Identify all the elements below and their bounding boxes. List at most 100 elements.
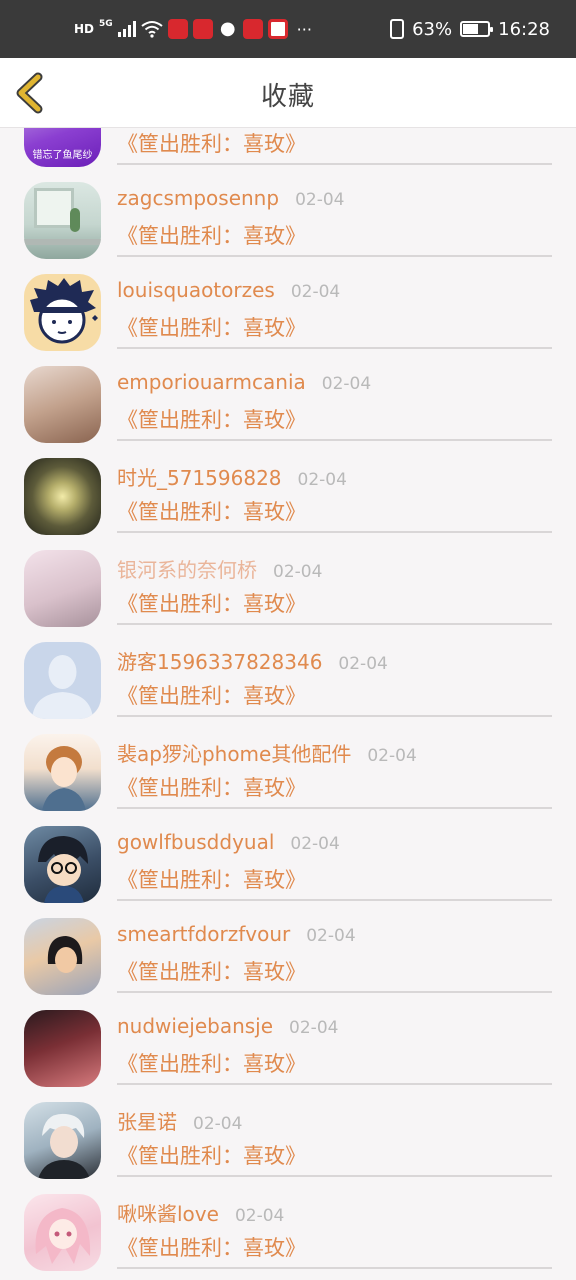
user-name[interactable]: 裴ap猡沁phome其他配件 [117, 738, 351, 767]
favorite-title: 《筐出胜利：喜玫》 [117, 592, 306, 616]
list-item[interactable]: zagcsmposennp 02-04 《筐出胜利：喜玫》 [0, 168, 576, 260]
date: 02-04 [297, 470, 347, 490]
vibrate-icon [390, 19, 405, 39]
favorite-title: 《筐出胜利：喜玫》 [117, 776, 306, 800]
app-notification-icon [192, 19, 213, 39]
bob-hair-girl-icon [47, 936, 83, 973]
pink-hair-girl-icon [35, 1208, 91, 1264]
divider [117, 715, 552, 717]
divider [117, 531, 552, 533]
user-name[interactable]: 张星诺 [117, 1106, 177, 1135]
date: 02-04 [193, 1114, 243, 1134]
list-item[interactable]: gowlfbusddyual 02-04 《筐出胜利：喜玫》 [0, 812, 576, 904]
divider [117, 899, 552, 901]
user-name[interactable]: 银河系的奈何桥 [117, 554, 257, 583]
date: 02-04 [295, 190, 345, 210]
list-item[interactable]: 游客1596337828346 02-04 《筐出胜利：喜玫》 [0, 628, 576, 720]
user-name[interactable]: 啾咪酱love [117, 1198, 219, 1227]
avatar[interactable] [24, 274, 101, 351]
divider [117, 807, 552, 809]
favorite-title: 《筐出胜利：喜玫》 [117, 684, 306, 708]
wifi-icon [141, 21, 163, 38]
clock: 16:28 [498, 18, 550, 40]
divider [117, 163, 552, 165]
avatar[interactable] [24, 182, 101, 259]
app-notification-icon [267, 19, 288, 39]
list-item[interactable]: smeartfdorzfvour 02-04 《筐出胜利：喜玫》 [0, 904, 576, 996]
cartoon-boy-icon [30, 278, 98, 344]
divider [117, 1083, 552, 1085]
date: 02-04 [321, 374, 372, 394]
app-notification-icon [167, 19, 188, 39]
network-type: 5G [99, 19, 113, 29]
list-item[interactable]: louisquaotorzes 02-04 《筐出胜利：喜玫》 [0, 260, 576, 352]
avatar[interactable]: 错忘了鱼尾纱 [24, 128, 101, 167]
user-name[interactable]: 游客1596337828346 [117, 646, 322, 675]
list-item[interactable]: nudwiejebansje 02-04 《筐出胜利：喜玫》 [0, 996, 576, 1088]
favorite-title: 《筐出胜利：喜玫》 [117, 1144, 306, 1168]
user-name[interactable]: gowlfbusddyual [117, 830, 274, 854]
avatar[interactable] [24, 918, 101, 995]
list-item[interactable]: 银河系的奈何桥 02-04 《筐出胜利：喜玫》 [0, 536, 576, 628]
divider [117, 347, 552, 349]
avatar-caption: 错忘了鱼尾纱 [32, 150, 93, 161]
status-right: 63% 16:28 [390, 19, 550, 40]
avatar[interactable] [24, 1102, 101, 1179]
user-name[interactable]: smeartfdorzfvour [117, 922, 290, 946]
user-name[interactable]: zagcsmposennp [117, 186, 279, 210]
favorites-list[interactable]: 错忘了鱼尾纱 《筐出胜利：喜玫》 zagcsmposennp 02-04 《筐出胜… [0, 128, 576, 1280]
favorite-title: 《筐出胜利：喜玫》 [117, 224, 306, 248]
favorite-title: 《筐出胜利：喜玫》 [117, 316, 306, 340]
battery-percent: 63% [412, 18, 453, 40]
divider [117, 255, 552, 257]
avatar[interactable] [24, 1194, 101, 1271]
favorite-title: 《筐出胜利：喜玫》 [117, 1052, 306, 1076]
date: 02-04 [289, 1018, 339, 1038]
anime-character-icon [38, 836, 88, 903]
avatar[interactable] [24, 1010, 101, 1087]
battery-icon [460, 21, 494, 37]
silver-hair-boy-icon [38, 1113, 90, 1179]
avatar[interactable] [24, 734, 101, 811]
divider [117, 623, 552, 625]
date: 02-04 [290, 834, 340, 854]
divider [117, 991, 552, 993]
favorite-title: 《筐出胜利：喜玫》 [117, 868, 306, 892]
anime-boy-icon [42, 746, 86, 811]
wechat-icon: ● [219, 18, 236, 39]
list-item[interactable]: emporiouarmcania 02-04 《筐出胜利：喜玫》 [0, 352, 576, 444]
date: 02-04 [367, 746, 417, 766]
default-user-icon [32, 655, 93, 719]
list-item[interactable]: 啾咪酱love 02-04 《筐出胜利：喜玫》 [0, 1180, 576, 1272]
divider [117, 1175, 552, 1177]
favorite-title: 《筐出胜利：喜玫》 [117, 408, 306, 432]
date: 02-04 [306, 926, 356, 946]
status-left: HD 5G ● ··· [74, 19, 312, 39]
divider [117, 439, 552, 441]
status-bar: HD 5G ● ··· 63% 16:28 [0, 0, 576, 58]
signal-icon [117, 21, 136, 37]
favorite-title: 《筐出胜利：喜玫》 [117, 500, 306, 524]
date: 02-04 [290, 282, 341, 302]
divider [117, 1267, 552, 1269]
avatar[interactable] [24, 458, 101, 535]
list-item[interactable]: 张星诺 02-04 《筐出胜利：喜玫》 [0, 1088, 576, 1180]
user-name[interactable]: nudwiejebansje [117, 1014, 273, 1038]
user-name[interactable]: 时光_571596828 [117, 462, 282, 491]
avatar[interactable] [24, 642, 101, 719]
list-item[interactable]: 裴ap猡沁phome其他配件 02-04 《筐出胜利：喜玫》 [0, 720, 576, 812]
user-name[interactable]: louisquaotorzes [117, 278, 275, 302]
app-notification-icon [242, 19, 263, 39]
user-name[interactable]: emporiouarmcania [117, 370, 306, 394]
date: 02-04 [234, 1206, 285, 1226]
avatar[interactable] [24, 366, 101, 443]
favorite-title: 《筐出胜利：喜玫》 [117, 960, 306, 984]
more-notifications-icon: ··· [296, 19, 312, 39]
avatar[interactable] [24, 550, 101, 627]
favorite-title: 《筐出胜利：喜玫》 [117, 132, 306, 156]
list-item[interactable]: 错忘了鱼尾纱 《筐出胜利：喜玫》 [0, 128, 576, 168]
date: 02-04 [338, 654, 388, 674]
date: 02-04 [273, 562, 323, 582]
list-item[interactable]: 时光_571596828 02-04 《筐出胜利：喜玫》 [0, 444, 576, 536]
avatar[interactable] [24, 826, 101, 903]
